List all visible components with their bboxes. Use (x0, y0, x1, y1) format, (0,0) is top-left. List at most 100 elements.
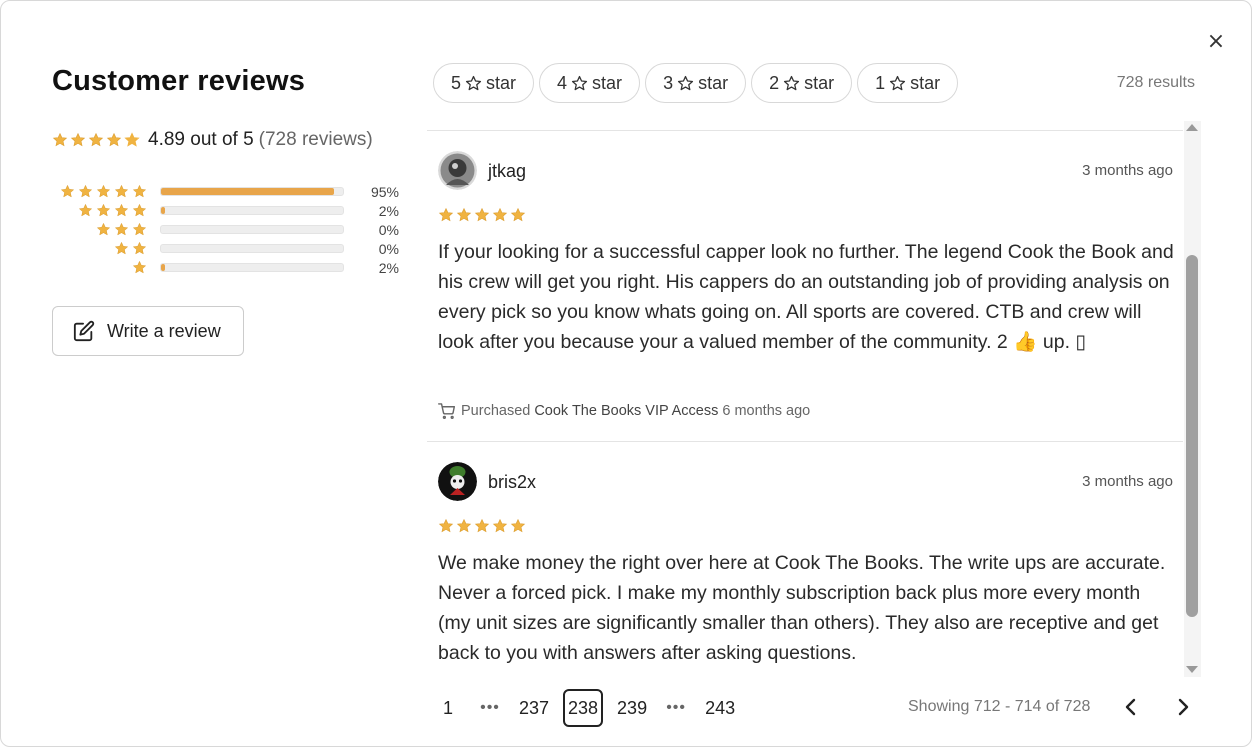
filter-word: star (592, 72, 623, 93)
filter-number: 3 (663, 72, 674, 93)
distribution-bar-fill (161, 207, 165, 214)
next-page-button[interactable] (1171, 695, 1195, 719)
star-icon (474, 207, 490, 222)
distribution-percent: 95% (370, 183, 399, 200)
average-rating-text: 4.89 out of 5 (148, 129, 254, 150)
distribution-bar-fill (161, 188, 334, 195)
pagination-page[interactable]: 243 (703, 689, 737, 727)
pagination-ellipsis[interactable]: ••• (661, 689, 691, 727)
filter-word: star (910, 72, 941, 93)
distribution-percent: 2% (378, 202, 399, 219)
filter-number: 2 (769, 72, 780, 93)
average-stars (52, 132, 142, 148)
close-button[interactable]: × (1205, 31, 1227, 53)
purchase-info: Purchased Cook The Books VIP Access 6 mo… (438, 403, 810, 419)
star-icon (88, 132, 104, 147)
star-icon (132, 203, 147, 217)
distribution-stars (57, 203, 150, 218)
filter-2-star[interactable]: 2 star (751, 63, 853, 103)
star-icon (96, 203, 111, 217)
star-icon (492, 518, 508, 533)
filter-4-star[interactable]: 4 star (539, 63, 641, 103)
pagination-page[interactable]: 239 (615, 689, 649, 727)
star-icon (124, 132, 140, 147)
pagination-current-page[interactable]: 238 (563, 689, 604, 727)
rating-distribution: 95% 2% 0% 0% 2% (57, 182, 399, 277)
distribution-bar (160, 244, 344, 253)
star-icon (492, 207, 508, 222)
filter-word: star (698, 72, 729, 93)
pagination-ellipsis[interactable]: ••• (475, 689, 505, 727)
distribution-row-2-star[interactable]: 0% (57, 239, 399, 258)
star-icon (132, 260, 147, 274)
star-icon (438, 518, 454, 533)
star-icon (132, 184, 147, 198)
filter-word: star (804, 72, 835, 93)
star-icon (456, 518, 472, 533)
reviews-modal: × Customer reviews 4.89 out of 5 (728 re… (0, 0, 1252, 747)
star-outline-icon (784, 75, 800, 90)
review-item: bris2x 3 months ago We make money the ri… (427, 442, 1183, 683)
distribution-row-5-star[interactable]: 95% (57, 182, 399, 201)
review-stars (438, 518, 528, 534)
review-date: 3 months ago (1082, 162, 1173, 179)
star-filters: 5 star 4 star 3 star 2 star 1 star (433, 63, 963, 103)
distribution-stars (57, 184, 150, 199)
star-outline-icon (677, 75, 694, 90)
filter-number: 5 (451, 72, 462, 93)
distribution-percent: 0% (378, 221, 399, 238)
pagination-page[interactable]: 237 (517, 689, 551, 727)
distribution-row-3-star[interactable]: 0% (57, 220, 399, 239)
distribution-stars (57, 260, 150, 275)
star-icon (114, 222, 129, 236)
star-icon (456, 207, 472, 222)
review-list-scrollbar[interactable] (1184, 121, 1201, 677)
scroll-down-icon[interactable] (1186, 666, 1198, 673)
distribution-row-4-star[interactable]: 2% (57, 201, 399, 220)
star-icon (78, 184, 93, 198)
previous-page-button[interactable] (1119, 695, 1143, 719)
star-icon (52, 132, 68, 147)
filter-word: star (486, 72, 517, 93)
pagination-page[interactable]: 1 (433, 689, 463, 727)
review-stars (438, 207, 528, 223)
star-icon (132, 241, 147, 255)
scrollbar-thumb[interactable] (1186, 255, 1198, 617)
edit-icon (73, 320, 95, 342)
star-icon (106, 132, 122, 147)
rating-summary: 4.89 out of 5 (728 reviews) (52, 128, 373, 152)
filter-1-star[interactable]: 1 star (857, 63, 959, 103)
review-count[interactable]: (728 reviews) (259, 129, 373, 151)
distribution-row-1-star[interactable]: 2% (57, 258, 399, 277)
page-title: Customer reviews (52, 65, 306, 97)
write-review-button[interactable]: Write a review (52, 306, 244, 356)
pagination: 1 ••• 237 238 239 ••• 243 (433, 689, 749, 727)
avatar (438, 151, 477, 190)
review-list: jtkag 3 months ago If your looking for a… (427, 130, 1183, 683)
star-icon (510, 207, 526, 222)
review-text: We make money the right over here at Coo… (438, 552, 1166, 664)
star-icon (96, 222, 111, 236)
star-icon (114, 184, 129, 198)
filter-3-star[interactable]: 3 star (645, 63, 747, 103)
star-icon (474, 518, 490, 533)
scroll-up-icon[interactable] (1186, 124, 1198, 131)
distribution-stars (57, 222, 150, 237)
purchase-prefix: Purchased (461, 403, 531, 419)
distribution-stars (57, 241, 150, 256)
star-icon (510, 518, 526, 533)
distribution-percent: 0% (378, 240, 399, 257)
star-icon (114, 241, 129, 255)
star-icon (96, 184, 111, 198)
star-icon (60, 184, 75, 198)
distribution-bar (160, 187, 344, 196)
review-text: If your looking for a successful capper … (438, 241, 1174, 353)
review-item: jtkag 3 months ago If your looking for a… (427, 131, 1183, 442)
filter-5-star[interactable]: 5 star (433, 63, 535, 103)
star-icon (438, 207, 454, 222)
write-review-label: Write a review (107, 320, 221, 341)
distribution-bar-fill (161, 264, 165, 271)
star-icon (114, 203, 129, 217)
star-icon (132, 222, 147, 236)
star-icon (78, 203, 93, 217)
